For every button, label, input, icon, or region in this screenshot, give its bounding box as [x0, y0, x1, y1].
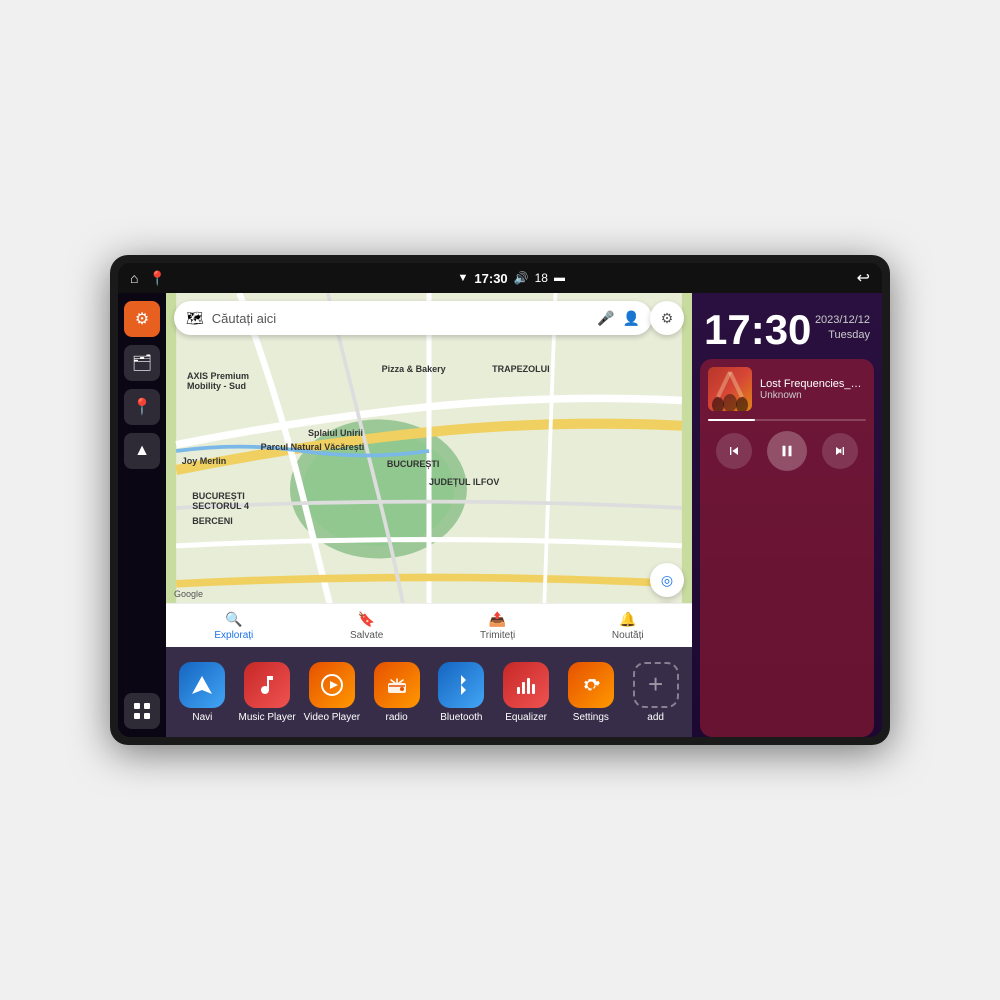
app-video-player[interactable]: Video Player — [302, 662, 362, 723]
app-grid: Navi Music Player Video Player — [166, 647, 692, 737]
sidebar: ⚙ 🗂 📍 ▲ — [118, 293, 166, 737]
saved-label: Salvate — [350, 630, 383, 641]
clock-day-value: Tuesday — [815, 328, 870, 343]
saved-icon: 🔖 — [358, 611, 375, 628]
app-bluetooth[interactable]: Bluetooth — [431, 662, 491, 723]
album-art-inner — [708, 367, 752, 411]
clock-section: 17:30 2023/12/12 Tuesday — [692, 293, 882, 359]
map-nav-noutati[interactable]: 🔔 Noutăți — [612, 611, 644, 641]
news-icon: 🔔 — [619, 611, 636, 628]
back-icon[interactable]: ↩ — [857, 268, 870, 288]
map-search-bar[interactable]: 🗺 Căutați aici 🎤 👤 — [174, 301, 652, 335]
home-icon[interactable]: ⌂ — [130, 270, 138, 286]
share-icon: 📤 — [489, 611, 506, 628]
battery-level: 18 — [535, 271, 548, 285]
settings-app-icon — [568, 662, 614, 708]
status-center: ▼ 17:30 🔊 18 ▬ — [458, 271, 565, 286]
status-right: ↩ — [857, 268, 870, 288]
add-icon: + — [633, 662, 679, 708]
device-frame: ⌂ 📍 ▼ 17:30 🔊 18 ▬ ↩ ⚙ 🗂 — [110, 255, 890, 745]
music-player-section: Lost Frequencies_Janie... Unknown — [700, 359, 874, 737]
nav-arrow-icon: ▲ — [134, 442, 150, 460]
navi-icon — [179, 662, 225, 708]
music-player-label: Music Player — [239, 712, 296, 723]
equalizer-label: Equalizer — [505, 712, 547, 723]
search-text: Căutați aici — [212, 311, 589, 326]
map-bottom-bar: 🔍 Explorați 🔖 Salvate 📤 Trimiteți — [166, 603, 692, 647]
sidebar-nav-button[interactable]: ▲ — [124, 433, 160, 469]
device-screen: ⌂ 📍 ▼ 17:30 🔊 18 ▬ ↩ ⚙ 🗂 — [118, 263, 882, 737]
wifi-icon: ▼ — [458, 272, 469, 284]
status-left: ⌂ 📍 — [130, 270, 166, 287]
google-logo: Google — [174, 589, 203, 599]
battery-icon: ▬ — [554, 272, 565, 284]
map-status-icon[interactable]: 📍 — [148, 270, 165, 287]
progress-bar[interactable] — [708, 419, 866, 421]
prev-button[interactable] — [716, 433, 752, 469]
settings-icon: ⚙ — [135, 309, 149, 329]
google-maps-logo-icon: 🗺 — [186, 310, 204, 327]
video-player-icon — [309, 662, 355, 708]
map-pin-icon: 📍 — [132, 397, 152, 417]
app-add[interactable]: + add — [626, 662, 686, 723]
right-panel: 17:30 2023/12/12 Tuesday — [692, 293, 882, 737]
music-info: Lost Frequencies_Janie... Unknown — [708, 367, 866, 411]
clock-date: 2023/12/12 Tuesday — [815, 309, 870, 344]
app-equalizer[interactable]: Equalizer — [496, 662, 556, 723]
status-time: 17:30 — [474, 271, 507, 286]
news-label: Noutăți — [612, 630, 644, 641]
next-button[interactable] — [822, 433, 858, 469]
map-settings-button[interactable]: ⚙ — [650, 301, 684, 335]
clock-date-value: 2023/12/12 — [815, 313, 870, 328]
map-background: AXIS PremiumMobility - Sud Pizza & Baker… — [166, 293, 692, 647]
app-radio[interactable]: radio — [367, 662, 427, 723]
app-music-player[interactable]: Music Player — [237, 662, 297, 723]
sidebar-settings-button[interactable]: ⚙ — [124, 301, 160, 337]
equalizer-icon — [503, 662, 549, 708]
settings-gear-icon: ⚙ — [661, 310, 674, 327]
music-controls — [708, 431, 866, 471]
settings-label: Settings — [573, 712, 609, 723]
track-artist: Unknown — [760, 390, 866, 401]
add-label: add — [647, 712, 664, 723]
share-label: Trimiteți — [480, 630, 515, 641]
explore-icon: 🔍 — [225, 611, 242, 628]
track-title: Lost Frequencies_Janie... — [760, 378, 866, 390]
map-nav-trimiteti[interactable]: 📤 Trimiteți — [480, 611, 515, 641]
map-container[interactable]: AXIS PremiumMobility - Sud Pizza & Baker… — [166, 293, 692, 647]
center-area: AXIS PremiumMobility - Sud Pizza & Baker… — [166, 293, 692, 737]
map-location-button[interactable]: ◎ — [650, 563, 684, 597]
radio-icon — [374, 662, 420, 708]
bluetooth-label: Bluetooth — [440, 712, 482, 723]
files-icon: 🗂 — [132, 353, 152, 373]
map-nav-exploreti[interactable]: 🔍 Explorați — [214, 611, 253, 641]
account-icon[interactable]: 👤 — [623, 310, 640, 327]
map-nav-salvate[interactable]: 🔖 Salvate — [350, 611, 383, 641]
track-details: Lost Frequencies_Janie... Unknown — [760, 378, 866, 401]
album-art — [708, 367, 752, 411]
video-player-label: Video Player — [304, 712, 361, 723]
volume-icon: 🔊 — [514, 271, 529, 285]
bluetooth-icon — [438, 662, 484, 708]
music-player-icon — [244, 662, 290, 708]
mic-icon[interactable]: 🎤 — [597, 310, 614, 327]
app-settings[interactable]: Settings — [561, 662, 621, 723]
navi-label: Navi — [192, 712, 212, 723]
sidebar-files-button[interactable]: 🗂 — [124, 345, 160, 381]
app-navi[interactable]: Navi — [172, 662, 232, 723]
clock-time: 17:30 — [704, 309, 811, 351]
status-bar: ⌂ 📍 ▼ 17:30 🔊 18 ▬ ↩ — [118, 263, 882, 293]
explore-label: Explorați — [214, 630, 253, 641]
location-icon: ◎ — [661, 572, 673, 589]
sidebar-maps-button[interactable]: 📍 — [124, 389, 160, 425]
progress-fill — [708, 419, 755, 421]
main-content: ⚙ 🗂 📍 ▲ — [118, 293, 882, 737]
play-pause-button[interactable] — [767, 431, 807, 471]
map-svg — [166, 293, 692, 647]
sidebar-grid-button[interactable] — [124, 693, 160, 729]
radio-label: radio — [386, 712, 408, 723]
grid-icon — [133, 702, 151, 720]
